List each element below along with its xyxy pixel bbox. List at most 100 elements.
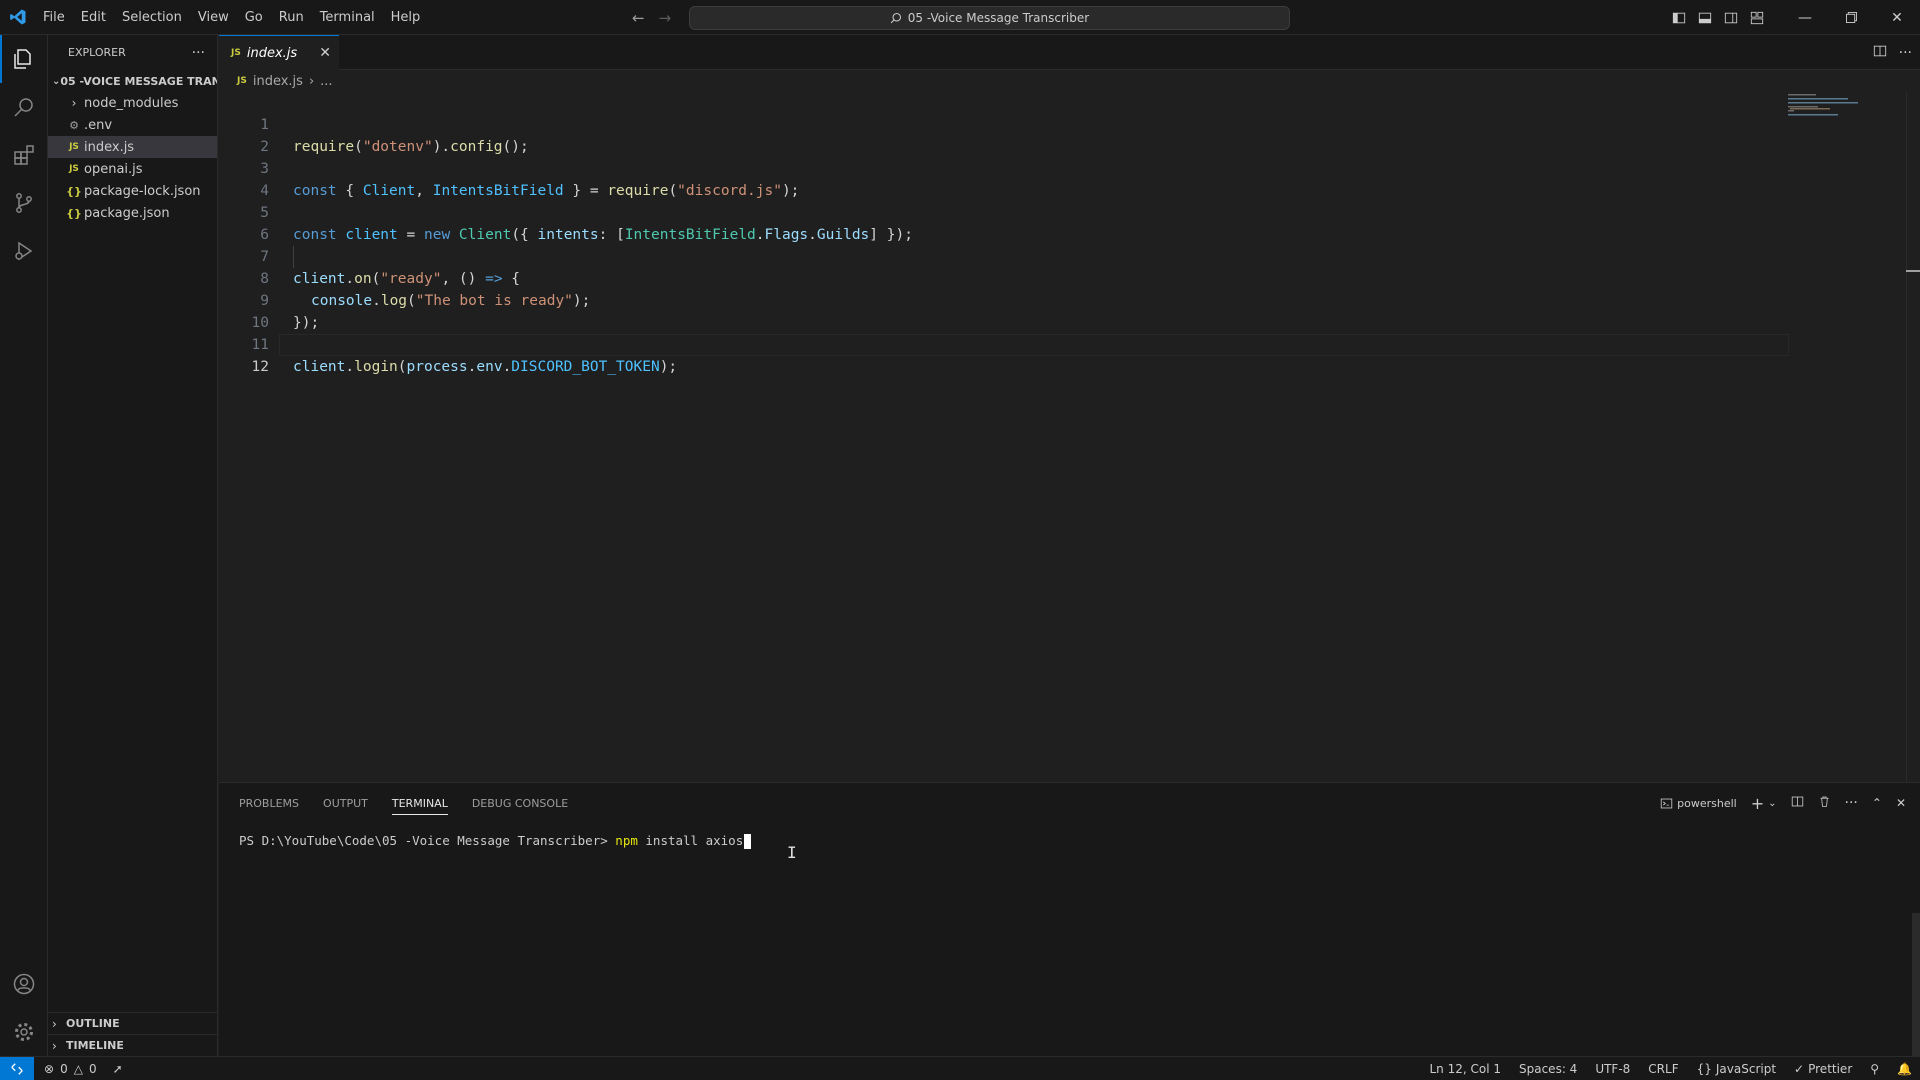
code-editor[interactable]: 1 require("dotenv").config(); 2 3 const … <box>219 92 1920 782</box>
forward-arrow-icon[interactable]: → <box>659 9 672 27</box>
accounts-icon[interactable] <box>0 960 48 1008</box>
cursor-position[interactable]: Ln 12, Col 1 <box>1429 1062 1501 1076</box>
terminal-prompt-line[interactable]: PS D:\YouTube\Code\05 -Voice Message Tra… <box>239 833 752 849</box>
bottom-panel: PROBLEMS OUTPUT TERMINAL DEBUG CONSOLE p… <box>219 782 1920 1057</box>
toggle-secondary-sidebar-icon[interactable] <box>1718 0 1744 35</box>
tab-problems[interactable]: PROBLEMS <box>239 797 299 810</box>
command-center-search[interactable]: 05 -Voice Message Transcriber <box>689 6 1290 30</box>
activity-bar <box>0 35 48 1056</box>
close-panel-icon[interactable]: ✕ <box>1896 796 1906 810</box>
status-problems[interactable]: ⊗ 0 △ 0 ➚ <box>34 1062 123 1076</box>
prettier-status[interactable]: ✓ Prettier <box>1794 1062 1852 1076</box>
code-line-8: 8 console.log("The bot is ready"); <box>219 246 1789 309</box>
indentation[interactable]: Spaces: 4 <box>1519 1062 1577 1076</box>
code-line-1: 1 require("dotenv").config(); <box>219 92 1789 155</box>
extensions-icon[interactable] <box>0 131 48 179</box>
editor-scrollbar[interactable] <box>1906 92 1920 782</box>
terminal-shell-selector[interactable]: powershell <box>1660 797 1737 810</box>
run-and-debug-icon[interactable] <box>0 227 48 275</box>
tree-item-label: index.js <box>84 139 135 155</box>
chevron-right-icon: › <box>52 1016 57 1031</box>
tab-index-js[interactable]: JS index.js ✕ <box>219 35 339 70</box>
split-editor-icon[interactable] <box>1873 44 1887 62</box>
encoding[interactable]: UTF-8 <box>1595 1062 1630 1076</box>
toggle-primary-sidebar-icon[interactable] <box>1666 0 1692 35</box>
code-line-10: 10 <box>219 290 1789 331</box>
remote-indicator-icon[interactable] <box>0 1056 34 1080</box>
split-terminal-icon[interactable] <box>1791 795 1804 811</box>
tab-terminal[interactable]: TERMINAL <box>391 797 448 815</box>
navigation-arrows: ← → <box>632 0 671 35</box>
more-actions-icon[interactable]: ··· <box>192 45 205 61</box>
broadcast-icon[interactable]: ⚲ <box>1870 1062 1879 1076</box>
terminal-scrollbar[interactable] <box>1912 913 1920 1057</box>
menu-help[interactable]: Help <box>383 0 429 35</box>
status-right: Ln 12, Col 1 Spaces: 4 UTF-8 CRLF {} Java… <box>1429 1057 1912 1080</box>
mouse-ibeam-cursor: I <box>787 843 797 862</box>
tree-item-package-lock-json[interactable]: {} package-lock.json <box>48 180 217 202</box>
workspace-folder[interactable]: ⌄ 05 -VOICE MESSAGE TRAN... <box>48 70 217 92</box>
tab-output[interactable]: OUTPUT <box>323 797 368 810</box>
explorer-icon[interactable] <box>0 35 48 83</box>
breadcrumb-more[interactable]: ... <box>320 74 332 89</box>
close-window-icon[interactable]: ✕ <box>1874 0 1920 35</box>
menu-run[interactable]: Run <box>271 0 312 35</box>
tree-item-env[interactable]: ⚙ .env <box>48 114 217 136</box>
terminal-command-npm: npm <box>615 833 638 848</box>
tab-debug-console[interactable]: DEBUG CONSOLE <box>472 797 568 810</box>
live-share-icon[interactable]: ➚ <box>113 1062 123 1076</box>
code-line-2: 2 <box>219 114 1789 155</box>
menu-go[interactable]: Go <box>237 0 271 35</box>
back-arrow-icon[interactable]: ← <box>632 9 645 27</box>
terminal-icon <box>1660 798 1673 808</box>
chevron-right-icon: › <box>52 1038 57 1053</box>
tree-item-openai-js[interactable]: JS openai.js <box>48 158 217 180</box>
explorer-sidebar: EXPLORER ··· ⌄ 05 -VOICE MESSAGE TRAN...… <box>48 35 218 1056</box>
terminal-cursor <box>744 834 752 849</box>
panel-tabs: PROBLEMS OUTPUT TERMINAL DEBUG CONSOLE <box>239 783 568 823</box>
maximize-panel-icon[interactable]: ⌃ <box>1872 796 1882 810</box>
search-icon[interactable] <box>0 83 48 131</box>
minimize-icon[interactable]: — <box>1782 0 1828 35</box>
tree-item-node-modules[interactable]: › node_modules <box>48 92 217 114</box>
end-of-line[interactable]: CRLF <box>1648 1062 1678 1076</box>
menu-selection[interactable]: Selection <box>114 0 190 35</box>
more-actions-icon[interactable]: ··· <box>1899 45 1912 61</box>
outline-section[interactable]: › OUTLINE <box>48 1012 218 1034</box>
new-terminal-icon[interactable]: + <box>1751 794 1764 813</box>
sidebar-title: EXPLORER <box>68 46 126 59</box>
toggle-panel-icon[interactable] <box>1692 0 1718 35</box>
trash-icon[interactable] <box>1818 795 1831 811</box>
settings-gear-icon[interactable] <box>0 1008 48 1056</box>
menu-terminal[interactable]: Terminal <box>312 0 383 35</box>
more-actions-icon[interactable]: ··· <box>1845 795 1858 811</box>
tree-item-label: .env <box>84 117 113 133</box>
timeline-section[interactable]: › TIMELINE <box>48 1034 218 1056</box>
menu-edit[interactable]: Edit <box>73 0 114 35</box>
notifications-bell-icon[interactable]: 🔔 <box>1897 1062 1912 1076</box>
code-line-3: 3 const { Client, IntentsBitField } = re… <box>219 136 1789 199</box>
tree-item-label: package-lock.json <box>84 183 201 199</box>
language-mode[interactable]: {} JavaScript <box>1697 1062 1776 1076</box>
tree-item-index-js[interactable]: JS index.js <box>48 136 217 158</box>
minimap[interactable] <box>1788 92 1868 122</box>
workspace-folder-label: 05 -VOICE MESSAGE TRAN... <box>60 74 217 88</box>
warning-icon: △ <box>73 1061 83 1076</box>
code-line-11: 11 client.login(process.env.DISCORD_BOT_… <box>219 312 1789 375</box>
menu-view[interactable]: View <box>190 0 237 35</box>
error-icon: ⊗ <box>44 1061 55 1076</box>
close-tab-icon[interactable]: ✕ <box>319 45 331 61</box>
chevron-down-icon[interactable]: ⌄ <box>1768 798 1776 809</box>
tree-item-package-json[interactable]: {} package.json <box>48 202 217 224</box>
title-actions: — ✕ <box>1666 0 1920 35</box>
customize-layout-icon[interactable] <box>1744 0 1770 35</box>
menu-file[interactable]: File <box>35 0 73 35</box>
source-control-icon[interactable] <box>0 179 48 227</box>
braces-icon: {} <box>1696 1062 1712 1076</box>
chevron-right-icon: › <box>308 73 315 89</box>
prettier-label: Prettier <box>1808 1062 1853 1076</box>
restore-icon[interactable] <box>1828 0 1874 35</box>
terminal-command-args: install axios <box>637 833 744 848</box>
breadcrumb-file[interactable]: index.js <box>253 74 303 89</box>
error-count: 0 <box>60 1061 68 1076</box>
